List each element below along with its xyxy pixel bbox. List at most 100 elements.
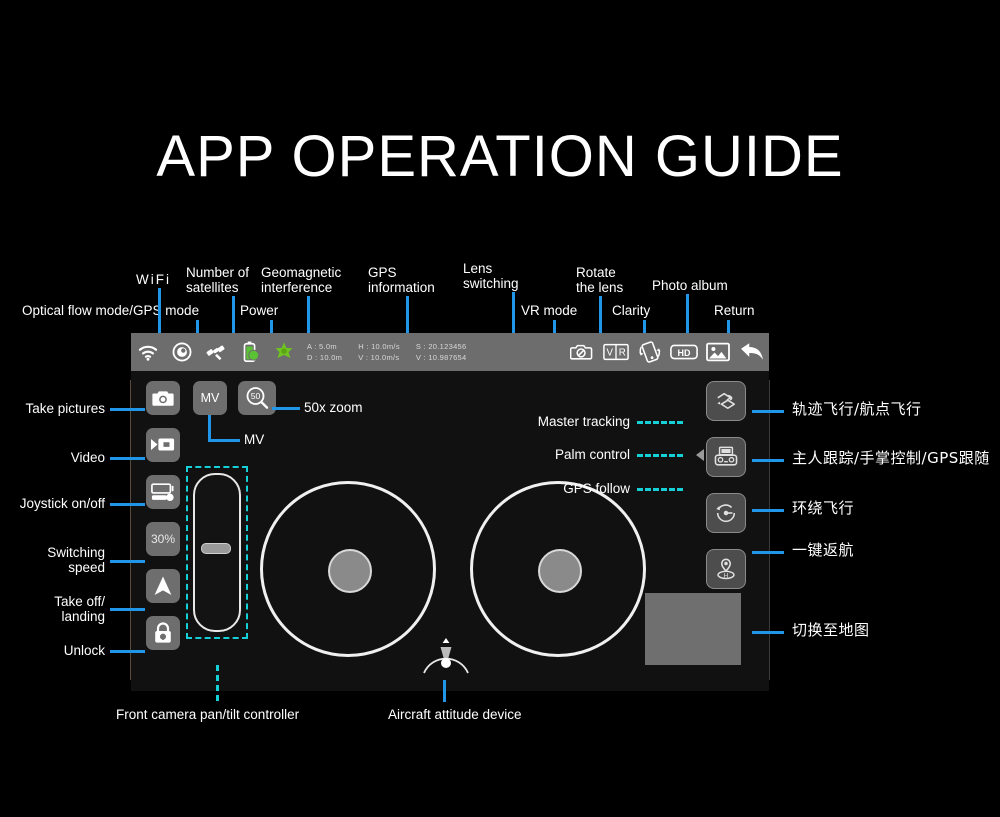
leader-unlock (110, 650, 145, 653)
joystick-toggle-button[interactable] (146, 475, 180, 509)
battery-icon[interactable] (233, 333, 267, 371)
svg-text:50: 50 (251, 391, 261, 401)
leader-takeoff (110, 608, 145, 611)
label-gps-info: GPS information (368, 265, 435, 295)
label-optical-flow: Optical flow mode/GPS mode (22, 303, 200, 318)
svg-text:V: V (607, 348, 614, 359)
leader-return-home (752, 551, 784, 554)
waypoint-flight-button[interactable] (706, 381, 746, 421)
leader-speed (110, 560, 145, 563)
left-control-column: 30% (146, 381, 180, 650)
optical-flow-icon[interactable] (165, 333, 199, 371)
lens-switch-icon[interactable] (565, 333, 599, 371)
vr-mode-icon[interactable]: V R (599, 333, 633, 371)
dash-gps-follow (637, 488, 683, 491)
leader-map-switch (752, 631, 784, 634)
mv-button[interactable]: MV (193, 381, 227, 415)
label-50x-zoom: 50x zoom (304, 400, 363, 415)
label-photo-album: Photo album (652, 278, 728, 293)
leader-video (110, 457, 145, 460)
right-virtual-joystick[interactable] (470, 481, 646, 657)
label-waypoint-flight: 轨迹飞行/航点飞行 (792, 400, 922, 418)
leader-joystick (110, 503, 145, 506)
left-virtual-joystick[interactable] (260, 481, 436, 657)
label-mv: MV (244, 432, 265, 447)
label-aircraft-attitude: Aircraft attitude device (388, 707, 522, 722)
dash-palm-control (637, 454, 683, 457)
label-video: Video (70, 450, 105, 465)
follow-mode-button[interactable] (706, 437, 746, 477)
label-lens-switching: Lens switching (463, 261, 519, 291)
orbit-flight-button[interactable] (706, 493, 746, 533)
label-palm-control: Palm control (554, 447, 630, 462)
label-geomagnetic: Geomagnetic interference (261, 265, 342, 295)
app-screen: A : 5.0m D : 10.0m H : 10.0m/s V : 10.0m… (131, 333, 769, 691)
rotate-lens-icon[interactable] (633, 333, 667, 371)
label-pan-tilt-controller: Front camera pan/tilt controller (116, 707, 300, 722)
leader-take-pictures (110, 408, 145, 411)
page-title: APP OPERATION GUIDE (156, 124, 844, 189)
left-joystick-knob[interactable] (328, 549, 372, 593)
label-switching-speed: Switching speed (47, 545, 105, 575)
leader-lens (512, 292, 515, 335)
front-camera-pan-tilt-slider[interactable] (193, 473, 241, 632)
dash-master-tracking (637, 421, 683, 424)
label-satellites: Number of satellites (186, 265, 250, 295)
follow-mode-pointer-arrow (696, 449, 704, 461)
label-map-switch: 切换至地图 (792, 621, 870, 639)
zoom-50x-button[interactable]: 50 (238, 381, 276, 415)
app-top-bar: A : 5.0m D : 10.0m H : 10.0m/s V : 10.0m… (131, 333, 769, 371)
leader-waypoint (752, 410, 784, 413)
telemetry-col-speed: H : 10.0m/s V : 10.0m/s (358, 342, 400, 362)
leader-attitude (443, 680, 446, 702)
guide-line-left (130, 380, 131, 680)
clarity-hd-icon[interactable]: HD (667, 333, 701, 371)
aircraft-attitude-device[interactable] (418, 633, 474, 677)
takeoff-landing-button[interactable] (146, 569, 180, 603)
leader-rotate (599, 296, 602, 335)
leader-mv-v (208, 415, 211, 442)
label-power: Power (240, 303, 279, 318)
leader-gps (406, 296, 409, 335)
leader-album (686, 294, 689, 335)
leader-geomag (307, 296, 310, 335)
take-pictures-button[interactable] (146, 381, 180, 415)
right-joystick-knob[interactable] (538, 549, 582, 593)
label-rotate-lens: Rotate the lens (576, 265, 624, 295)
return-home-button[interactable]: H (706, 549, 746, 589)
return-back-icon[interactable] (735, 333, 769, 371)
telemetry-readout: A : 5.0m D : 10.0m H : 10.0m/s V : 10.0m… (307, 341, 482, 363)
guide-line-right (769, 380, 770, 680)
leader-satellites (232, 296, 235, 335)
label-master-tracking: Master tracking (537, 414, 630, 429)
geomagnetic-star-icon[interactable] (267, 333, 301, 371)
label-follow-mode: 主人跟踪/手掌控制/GPS跟随 (792, 449, 990, 467)
unlock-button[interactable] (146, 616, 180, 650)
label-return: Return (714, 303, 755, 318)
label-joystick-toggle: Joystick on/off (19, 496, 105, 511)
mv-zoom-row: MV 50 (193, 381, 276, 415)
right-control-column: H (706, 381, 746, 589)
label-vr-mode: VR mode (521, 303, 578, 318)
label-return-home: 一键返航 (792, 541, 855, 559)
photo-album-icon[interactable] (701, 333, 735, 371)
speed-percent-label: 30% (150, 532, 176, 546)
telemetry-col-altitude: A : 5.0m D : 10.0m (307, 342, 343, 362)
wifi-icon[interactable] (131, 333, 165, 371)
switching-speed-button[interactable]: 30% (146, 522, 180, 556)
guide-poster: APP OPERATION GUIDE WiFi Number of satel… (0, 0, 1000, 817)
leader-follow (752, 459, 784, 462)
leader-orbit (752, 509, 784, 512)
svg-text:HD: HD (678, 348, 691, 358)
label-gps-follow: GPS follow (563, 481, 630, 496)
leader-zoom (272, 407, 300, 410)
telemetry-col-coords: S : 20.123456 V : 10.987654 (415, 342, 467, 362)
svg-text:H: H (724, 572, 729, 579)
satellite-icon[interactable] (199, 333, 233, 371)
video-button[interactable] (146, 428, 180, 462)
pan-tilt-slider-handle[interactable] (201, 543, 231, 554)
dash-pan-tilt-v (216, 665, 219, 701)
map-thumbnail[interactable] (645, 593, 741, 665)
svg-text:R: R (619, 348, 626, 359)
label-wifi: WiFi (136, 272, 171, 287)
